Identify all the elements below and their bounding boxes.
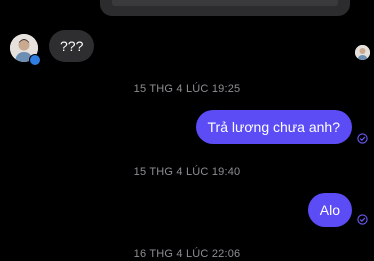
incoming-message-bubble[interactable]: ??? xyxy=(49,30,95,62)
check-circle-icon xyxy=(357,133,368,144)
outgoing-message-bubble[interactable]: Trả lương chưa anh? xyxy=(195,110,352,144)
check-circle-icon xyxy=(357,214,368,225)
outgoing-message-bubble[interactable]: Alo xyxy=(307,193,352,227)
online-status-badge xyxy=(29,54,41,66)
message-timestamp: 16 THG 4 LÚC 22:06 xyxy=(133,248,241,260)
message-timestamp: 15 THG 4 LÚC 19:40 xyxy=(133,166,241,178)
seen-avatar-icon xyxy=(355,45,370,60)
message-timestamp: 15 THG 4 LÚC 19:25 xyxy=(133,83,241,95)
previous-message-content xyxy=(112,0,338,6)
previous-message-card[interactable] xyxy=(100,0,350,16)
